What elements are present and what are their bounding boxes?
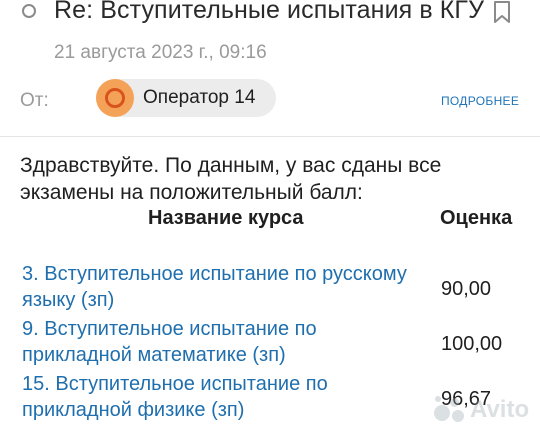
email-greeting: Здравствуйте. По данным, у вас сданы все… bbox=[20, 154, 442, 204]
table-header-course: Название курса bbox=[148, 207, 304, 229]
details-link[interactable]: ПОДРОБНЕЕ bbox=[441, 94, 519, 108]
from-label: От: bbox=[20, 90, 49, 111]
avito-watermark: Avito bbox=[432, 394, 529, 426]
email-date: 21 августа 2023 г., 09:16 bbox=[54, 42, 267, 63]
sender-name[interactable]: Оператор 14 bbox=[143, 87, 255, 109]
avito-logo-icon bbox=[432, 395, 466, 425]
watermark-text: Avito bbox=[470, 396, 530, 423]
email-subject: Re: Вступительные испытания в КГУ bbox=[54, 0, 485, 24]
course-grade: 90,00 bbox=[441, 278, 492, 300]
course-link[interactable]: 9. Вступительное испытание по прикладной… bbox=[22, 316, 422, 368]
table-header-grade: Оценка bbox=[440, 207, 513, 229]
header-divider bbox=[0, 136, 540, 137]
course-grade: 100,00 bbox=[441, 333, 503, 355]
unread-dot-icon[interactable] bbox=[22, 4, 36, 18]
sender-avatar-icon bbox=[96, 79, 134, 117]
bookmark-icon[interactable] bbox=[492, 0, 512, 24]
course-link[interactable]: 15. Вступительное испытание по прикладно… bbox=[22, 371, 422, 423]
course-link[interactable]: 3. Вступительное испытание по русскому я… bbox=[22, 261, 422, 313]
